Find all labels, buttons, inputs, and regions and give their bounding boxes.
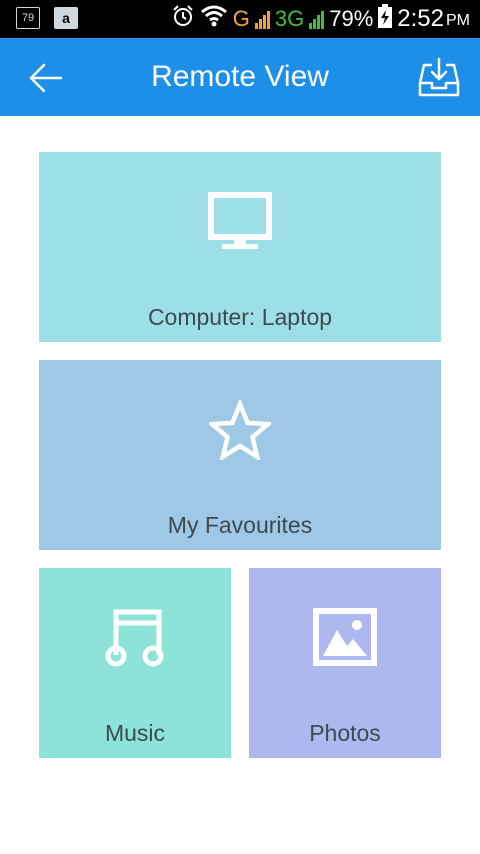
- app-notification-icon: a: [54, 7, 78, 29]
- signal-icon: [254, 9, 270, 29]
- music-tile[interactable]: Music: [39, 568, 231, 758]
- tile-label: Computer: Laptop: [147, 304, 333, 330]
- battery-icon: [378, 4, 393, 34]
- app-bar: Remote View: [0, 38, 480, 116]
- my-favourites-tile[interactable]: My Favourites: [39, 360, 441, 550]
- clock-time: 2:52: [397, 5, 444, 32]
- notification-icon: 79: [16, 7, 40, 29]
- status-bar: 79 a G 3G 79% 2:52 PM: [0, 0, 480, 38]
- tile-label: Photos: [309, 720, 381, 746]
- star-icon: [39, 400, 441, 460]
- tile-label: My Favourites: [167, 512, 313, 538]
- image-icon: [249, 608, 441, 666]
- download-tray-icon: [418, 57, 460, 97]
- status-indicators: G 3G 79% 2:52 PM: [171, 4, 470, 34]
- network-g-label: G: [232, 6, 250, 31]
- status-notifications: 79 a: [16, 7, 78, 29]
- battery-percent: 79%: [329, 6, 374, 31]
- download-button[interactable]: [416, 54, 462, 100]
- music-note-icon: [39, 608, 231, 668]
- signal-icon: [309, 9, 325, 29]
- alarm-icon: [171, 4, 195, 34]
- wifi-icon: [200, 4, 228, 34]
- photos-tile[interactable]: Photos: [249, 568, 441, 758]
- monitor-icon: [39, 192, 441, 252]
- tile-label: Music: [104, 720, 166, 746]
- computer-laptop-tile[interactable]: Computer: Laptop: [39, 152, 441, 342]
- clock-am-pm: PM: [446, 12, 470, 29]
- page-title: Remote View: [151, 60, 329, 93]
- network-3g-label: 3G: [274, 6, 305, 31]
